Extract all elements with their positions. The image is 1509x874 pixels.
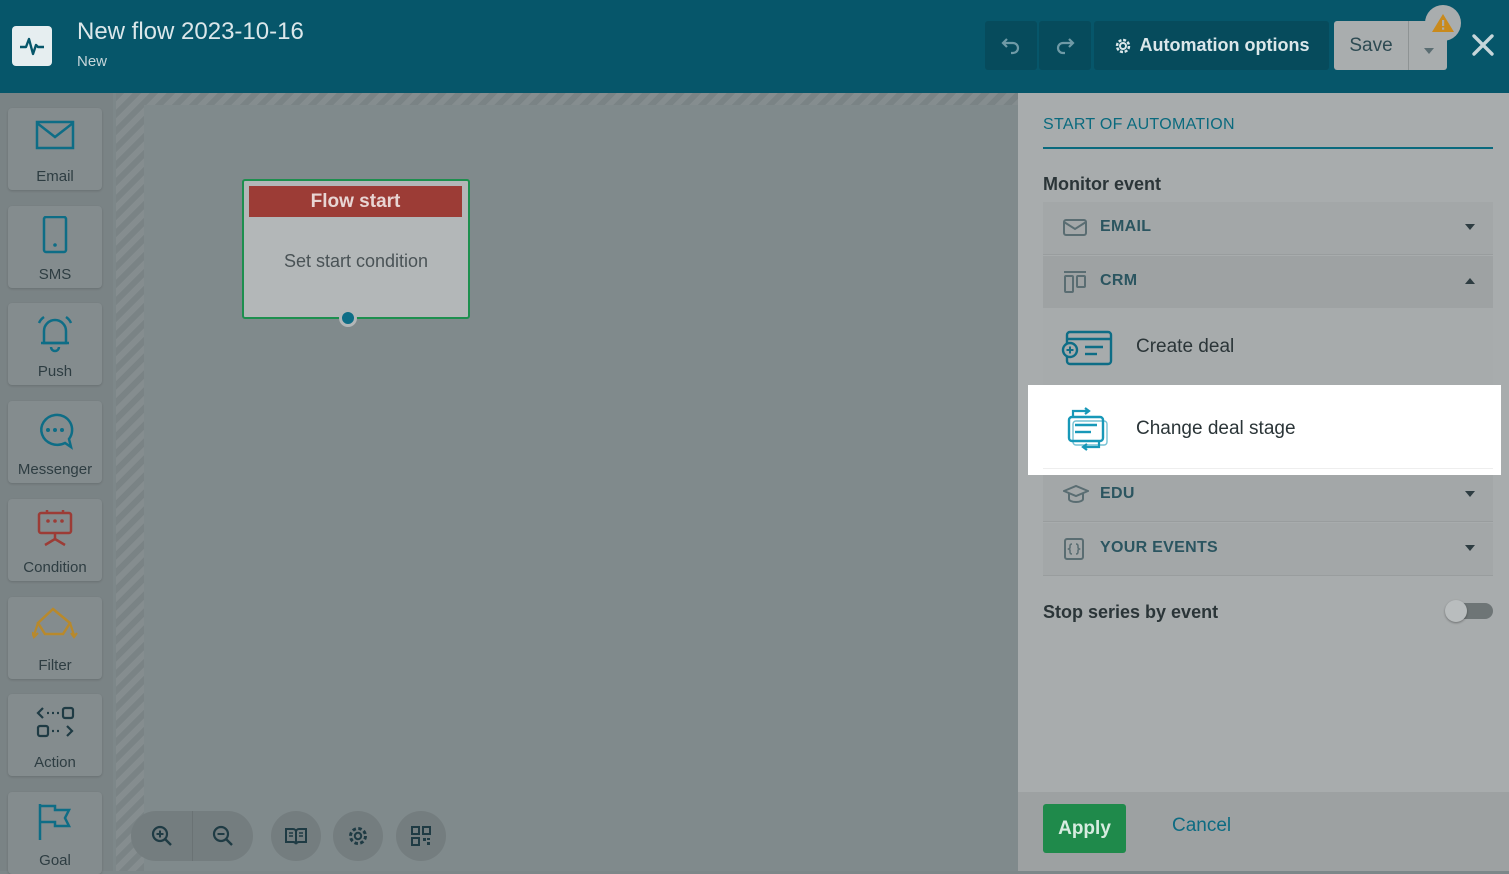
event-group-label: YOUR EVENTS — [1100, 539, 1218, 556]
chevron-down-icon — [1423, 47, 1434, 54]
chevron-down-icon — [1465, 491, 1475, 497]
create-deal-icon — [1061, 330, 1113, 366]
apply-button[interactable]: Apply — [1043, 804, 1126, 853]
node-title: Flow start — [249, 186, 462, 217]
undo-button[interactable] — [985, 21, 1037, 70]
canvas-border-left — [116, 93, 144, 871]
toolbar-item-goal[interactable]: Goal — [8, 792, 102, 874]
stop-series-label: Stop series by event — [1043, 602, 1219, 622]
minimap-button[interactable] — [396, 811, 446, 861]
toolbar-item-label: Email — [36, 168, 74, 185]
chevron-up-icon — [1465, 278, 1475, 284]
envelope-icon — [1063, 219, 1087, 236]
toolbar-item-filter[interactable]: Filter — [8, 597, 102, 679]
node-output-port[interactable] — [339, 309, 357, 327]
flag-icon — [38, 804, 72, 840]
event-group-edu[interactable]: EDU — [1043, 469, 1493, 522]
toolbar-item-push[interactable]: Push — [8, 303, 102, 385]
canvas-settings-button[interactable] — [333, 811, 383, 861]
event-group-crm[interactable]: CRM — [1043, 256, 1493, 309]
qr-grid-icon — [411, 826, 431, 846]
crm-board-icon — [1064, 271, 1086, 293]
action-icon — [36, 706, 75, 738]
close-icon[interactable] — [1466, 28, 1500, 62]
panel-divider — [1043, 147, 1493, 149]
zoom-controls — [131, 811, 253, 861]
envelope-icon — [35, 120, 75, 150]
toolbar-item-label: Push — [37, 363, 73, 380]
chat-bubble-icon — [40, 413, 74, 450]
divider — [1043, 468, 1493, 469]
guide-button[interactable] — [271, 811, 321, 861]
gear-icon — [1115, 38, 1130, 53]
zoom-out-icon — [212, 825, 233, 846]
cancel-button[interactable]: Cancel — [1172, 815, 1231, 837]
toolbar-item-messenger[interactable]: Messenger — [8, 401, 102, 483]
condition-icon — [37, 510, 73, 547]
event-group-label: EDU — [1100, 485, 1135, 502]
monitor-event-label: Monitor event — [1043, 174, 1162, 194]
chevron-down-icon — [1465, 224, 1475, 230]
panel-title: START OF AUTOMATION — [1043, 116, 1235, 133]
event-item-change-deal-stage[interactable]: Change deal stage — [1028, 385, 1501, 475]
filter-icon — [32, 607, 78, 639]
app-logo-icon[interactable] — [12, 26, 52, 66]
chevron-down-icon — [1465, 545, 1475, 551]
code-braces-icon — [1064, 538, 1084, 560]
undo-icon — [1001, 37, 1020, 54]
automation-options-button[interactable]: Automation options — [1094, 21, 1329, 70]
zoom-out-button[interactable] — [192, 811, 253, 861]
flow-start-node[interactable]: Flow start Set start condition — [242, 179, 470, 319]
event-item-label: Change deal stage — [1136, 418, 1296, 439]
toolbar-item-label: SMS — [38, 266, 72, 283]
toolbar-item-label: Messenger — [17, 461, 93, 478]
toolbar-item-label: Filter — [38, 657, 72, 674]
toolbar-item-email[interactable]: Email — [8, 108, 102, 190]
event-group-label: CRM — [1100, 272, 1138, 289]
event-item-label: Create deal — [1136, 336, 1235, 357]
gear-icon — [349, 827, 367, 845]
event-group-email[interactable]: EMAIL — [1043, 202, 1493, 255]
zoom-in-button[interactable] — [131, 811, 193, 861]
toggle-knob[interactable] — [1445, 600, 1467, 622]
event-group-label: EMAIL — [1100, 218, 1152, 235]
toolbar-item-label: Goal — [39, 852, 71, 869]
redo-button[interactable] — [1039, 21, 1091, 70]
automation-options-label: Automation options — [1139, 35, 1310, 55]
toolbar-item-condition[interactable]: Condition — [8, 499, 102, 581]
toolbar-item-action[interactable]: Action — [8, 694, 102, 776]
change-deal-stage-icon — [1067, 407, 1108, 451]
flow-status: New — [77, 53, 108, 70]
node-body-text: Set start condition — [283, 251, 429, 271]
zoom-in-icon — [151, 825, 172, 846]
redo-icon — [1056, 37, 1075, 54]
book-icon — [285, 828, 307, 845]
warning-icon[interactable] — [1425, 5, 1461, 41]
event-group-your-events[interactable]: YOUR EVENTS — [1043, 523, 1493, 576]
graduation-cap-icon — [1063, 484, 1089, 503]
phone-icon — [42, 216, 68, 254]
toolbar-item-sms[interactable]: SMS — [8, 206, 102, 288]
save-button[interactable]: Save — [1334, 21, 1408, 70]
bell-icon — [37, 315, 73, 353]
event-item-create-deal[interactable]: Create deal — [1043, 308, 1493, 388]
canvas-border-top — [116, 93, 1018, 105]
flow-title[interactable]: New flow 2023-10-16 — [77, 18, 304, 46]
toolbar-item-label: Condition — [23, 559, 87, 576]
toolbar-item-label: Action — [34, 754, 76, 771]
